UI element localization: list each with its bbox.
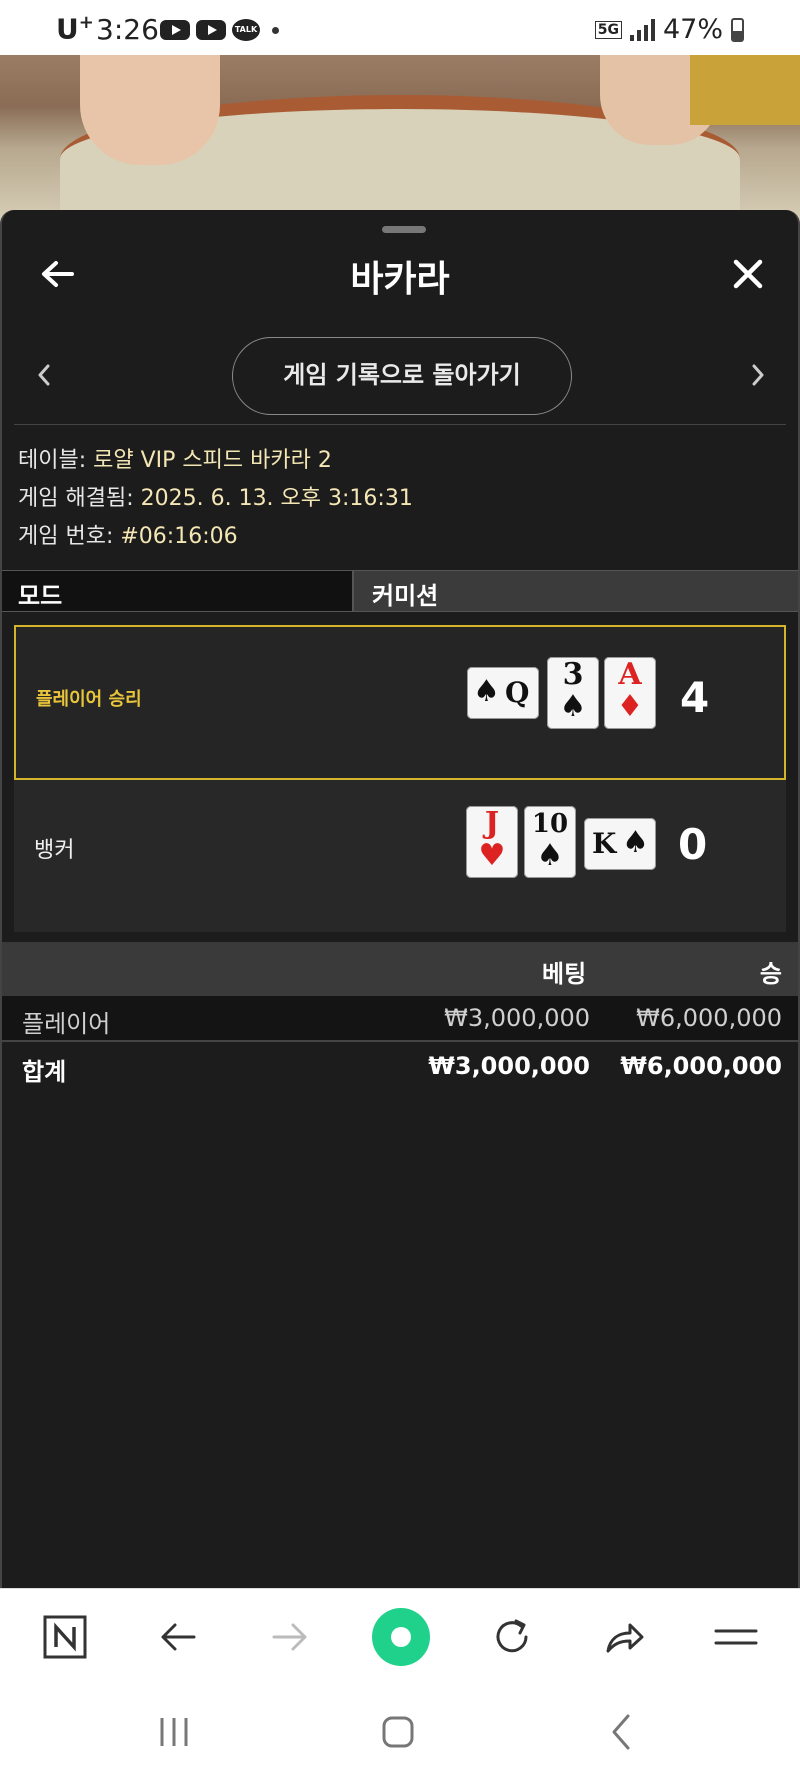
bet-amount: ₩3,000,000: [444, 1004, 590, 1032]
total-row: 합계 ₩3,000,000 ₩6,000,000: [2, 1044, 798, 1090]
battery-icon: [731, 17, 744, 42]
player-card-1: ♠ Q: [467, 667, 539, 719]
close-icon[interactable]: [728, 254, 768, 294]
bet-name: 플레이어: [22, 1010, 111, 1038]
player-result-label: 플레이어 승리: [36, 689, 142, 710]
mode-value: 커미션: [354, 571, 798, 611]
battery-percent: 47%: [662, 14, 723, 45]
notification-icons: TALK: [160, 19, 279, 41]
game-info: 테이블: 로얄 VIP 스피드 바카라 2 게임 해결됨: 2025. 6. 1…: [18, 442, 413, 556]
home-icon[interactable]: [378, 1712, 418, 1752]
banker-result-row: 뱅커 J ♥ 10 ♠ K ♠ 0: [14, 780, 786, 932]
banker-score: 0: [678, 820, 708, 869]
chevron-left-icon[interactable]: [32, 360, 56, 390]
table-row: 플레이어 ₩3,000,000 ₩6,000,000: [2, 996, 798, 1042]
total-bet: ₩3,000,000: [428, 1052, 590, 1080]
youtube-icon: [160, 20, 190, 40]
total-label: 합계: [22, 1058, 67, 1086]
total-win: ₩6,000,000: [620, 1052, 782, 1080]
network-type-icon: 5G: [594, 20, 622, 39]
share-icon[interactable]: [600, 1613, 648, 1661]
back-arrow-icon[interactable]: [154, 1613, 202, 1661]
banker-card-1: J ♥: [466, 806, 518, 878]
kakaotalk-icon: TALK: [232, 19, 260, 41]
signal-icon: [629, 18, 655, 41]
banker-card-2: 10 ♠: [524, 806, 576, 878]
status-bar: U+ 3:26 TALK 5G 47%: [0, 0, 800, 55]
refresh-icon[interactable]: [488, 1613, 536, 1661]
recent-apps-icon[interactable]: [154, 1712, 194, 1752]
back-to-history-button[interactable]: 게임 기록으로 돌아가기: [232, 337, 572, 415]
carrier-label: U+: [56, 12, 94, 46]
system-indicators: 5G 47%: [594, 14, 744, 45]
col-win-header: 승: [759, 960, 782, 988]
naver-home-icon[interactable]: [41, 1613, 89, 1661]
player-score: 4: [680, 673, 710, 722]
banker-card-3: K ♠: [584, 818, 656, 870]
more-notifications-dot-icon: [272, 26, 279, 34]
back-icon[interactable]: [602, 1712, 642, 1752]
system-navigation-bar: [0, 1684, 800, 1778]
chevron-right-icon[interactable]: [746, 360, 770, 390]
mode-row: 모드 커미션: [2, 570, 798, 612]
player-card-3: A ♦: [604, 657, 656, 729]
drag-handle[interactable]: [382, 226, 426, 233]
menu-icon[interactable]: [712, 1613, 760, 1661]
col-bet-header: 베팅: [542, 960, 587, 988]
youtube-icon: [196, 20, 226, 40]
page-title: 바카라: [350, 259, 450, 300]
game-history-panel: 바카라 게임 기록으로 돌아가기 테이블: 로얄 VIP 스피드 바카라 2 게…: [0, 210, 800, 1588]
divider: [14, 424, 786, 425]
forward-arrow-icon[interactable]: [266, 1613, 314, 1661]
game-number-info: 게임 번호: #06:16:06: [18, 524, 238, 549]
live-video-preview: [0, 55, 800, 225]
mode-label: 모드: [2, 571, 354, 611]
player-result-row: 플레이어 승리 ♠ Q 3 ♠ A ♦ 4: [14, 625, 786, 780]
player-card-2: 3 ♠: [547, 657, 599, 729]
browser-toolbar: [0, 1588, 800, 1684]
banker-label: 뱅커: [34, 838, 75, 863]
clock: 3:26: [96, 13, 159, 46]
table-info: 테이블: 로얄 VIP 스피드 바카라 2: [18, 448, 332, 473]
bets-table-header: 베팅 승: [2, 942, 798, 996]
round-result: 플레이어 승리 ♠ Q 3 ♠ A ♦ 4 뱅커 J ♥ 10 ♠ K ♠ 0: [14, 625, 786, 932]
win-amount: ₩6,000,000: [636, 1004, 782, 1032]
resolved-info: 게임 해결됨: 2025. 6. 13. 오후 3:16:31: [18, 486, 413, 511]
green-dot-home-icon[interactable]: [372, 1608, 430, 1666]
